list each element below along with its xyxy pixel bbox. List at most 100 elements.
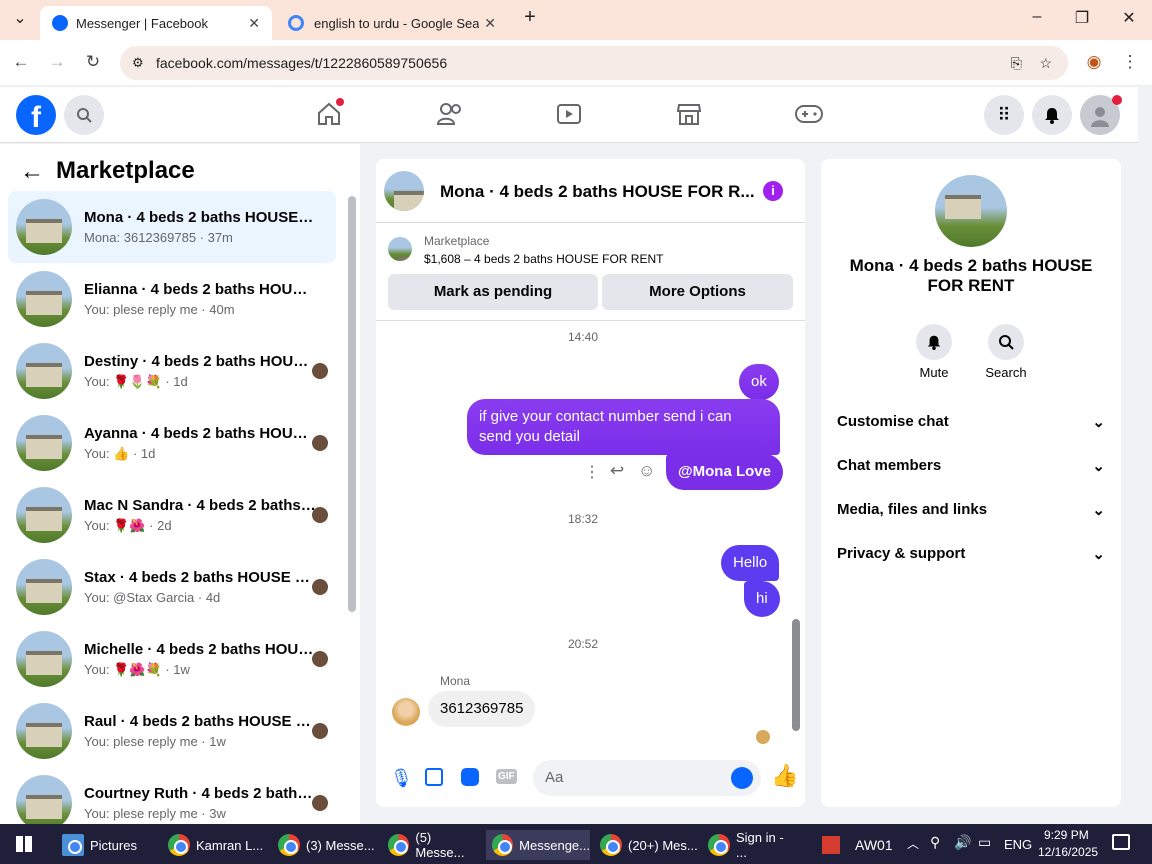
sender-name: Mona xyxy=(440,674,471,688)
outgoing-message[interactable]: ok xyxy=(739,364,779,400)
search-label[interactable]: Search xyxy=(976,365,1036,380)
react-icon[interactable]: ☺ xyxy=(638,461,655,481)
notifications-bell-icon[interactable] xyxy=(1032,95,1072,135)
forward-icon[interactable]: → xyxy=(46,52,68,72)
mark-as-pending-button[interactable]: Mark as pending xyxy=(388,274,598,310)
home-icon[interactable] xyxy=(316,98,344,132)
outgoing-message[interactable]: hi xyxy=(744,581,780,617)
taskbar-item[interactable]: (3) Messe... xyxy=(272,830,376,860)
reply-icon[interactable]: ↩ xyxy=(610,461,624,481)
listing-title[interactable]: $1,608 – 4 beds 2 baths HOUSE FOR RENT xyxy=(424,252,663,266)
start-icon[interactable] xyxy=(16,836,32,852)
maximize-icon[interactable]: ❐ xyxy=(1070,8,1094,28)
network-icon[interactable]: ⚲ xyxy=(930,834,940,851)
chat-scrollbar[interactable] xyxy=(792,619,800,731)
new-tab-icon[interactable]: + xyxy=(518,6,542,29)
taskbar-item[interactable]: (5) Messe... xyxy=(382,830,482,860)
conversation-item[interactable]: Raul · 4 beds 2 baths HOUSE FOR RENT You:… xyxy=(8,695,336,767)
back-icon[interactable]: ← xyxy=(10,52,32,72)
volume-icon[interactable]: 🔊 xyxy=(954,834,971,851)
google-favicon-icon xyxy=(288,15,304,31)
list-scrollbar[interactable] xyxy=(348,196,356,612)
sender-avatar[interactable] xyxy=(392,698,420,726)
facebook-logo-icon[interactable]: f xyxy=(16,95,56,135)
taskbar-item[interactable]: (20+) Mes... xyxy=(594,830,698,860)
taskbar-item[interactable]: Sign in - ... xyxy=(702,830,798,860)
gif-icon[interactable]: GIF xyxy=(496,769,517,784)
sticker-icon[interactable] xyxy=(461,768,479,786)
search-chat-icon[interactable] xyxy=(988,324,1024,360)
conversation-preview: You: 👍 · 1d xyxy=(84,445,156,461)
conversation-title: Destiny · 4 beds 2 baths HOUSE FOR RENT xyxy=(84,352,316,370)
conversation-item[interactable]: Destiny · 4 beds 2 baths HOUSE FOR RENT Y… xyxy=(8,335,336,407)
notification-center-icon[interactable] xyxy=(1112,834,1130,850)
reload-icon[interactable]: ↻ xyxy=(82,52,104,72)
listing-thumbnail[interactable] xyxy=(388,237,412,261)
media-files-section[interactable]: Media, files and links ⌄ xyxy=(837,501,1105,519)
mute-bell-icon[interactable] xyxy=(916,324,952,360)
close-window-icon[interactable]: ✕ xyxy=(1117,8,1141,28)
mute-label[interactable]: Mute xyxy=(904,365,964,380)
conversation-text: Destiny · 4 beds 2 baths HOUSE FOR RENT Y… xyxy=(84,353,316,390)
watch-icon[interactable] xyxy=(556,101,582,132)
taskbar-item[interactable]: Pictures xyxy=(56,830,156,860)
conversation-title: Ayanna · 4 beds 2 baths HOUSE FOR RENT xyxy=(84,424,316,442)
close-tab-icon[interactable]: ✕ xyxy=(484,15,496,32)
marketplace-icon[interactable] xyxy=(676,101,702,132)
conversation-item[interactable]: Ayanna · 4 beds 2 baths HOUSE FOR RENT Yo… xyxy=(8,407,336,479)
back-arrow-icon[interactable]: ← xyxy=(20,158,44,186)
taskbar-item[interactable]: Messenge... xyxy=(486,830,590,860)
friends-icon[interactable] xyxy=(436,101,464,132)
conversation-item[interactable]: Stax · 4 beds 2 baths HOUSE FOR RENT You:… xyxy=(8,551,336,623)
voice-clip-icon[interactable]: 🎙 xyxy=(390,768,413,789)
thumbs-up-icon[interactable]: 👍 xyxy=(771,763,798,789)
tab-search-icon[interactable]: ⌄ xyxy=(8,8,32,28)
more-actions-icon[interactable]: ⋮ xyxy=(584,462,600,482)
tab-messenger[interactable]: Messenger | Facebook ✕ xyxy=(40,6,272,40)
listing-avatar[interactable] xyxy=(384,171,424,211)
language-indicator[interactable]: ENG xyxy=(1004,837,1032,852)
chat-members-section[interactable]: Chat members ⌄ xyxy=(837,457,1105,475)
tray-chevron-icon[interactable]: ︿ xyxy=(907,835,919,852)
info-icon[interactable]: i xyxy=(763,181,783,201)
more-options-button[interactable]: More Options xyxy=(602,274,793,310)
conversation-item[interactable]: Elianna · 4 beds 2 baths HOUSE FOR RENT Y… xyxy=(8,263,336,335)
address-bar[interactable]: ⚙ facebook.com/messages/t/12228605897506… xyxy=(120,46,1068,80)
menu-grid-icon[interactable]: ⠿ xyxy=(984,95,1024,135)
tab-google[interactable]: english to urdu - Google Search ✕ xyxy=(276,6,508,40)
timestamp: 14:40 xyxy=(567,330,599,344)
install-icon[interactable]: ⎘ xyxy=(1011,55,1022,72)
privacy-support-section[interactable]: Privacy & support ⌄ xyxy=(837,545,1105,563)
outgoing-message[interactable]: if give your contact number send i can s… xyxy=(467,399,780,455)
app-icon[interactable] xyxy=(822,836,840,854)
display-icon[interactable]: ▭ xyxy=(978,834,991,851)
outgoing-message[interactable]: @Mona Love xyxy=(666,454,783,490)
chat-title[interactable]: Mona · 4 beds 2 baths HOUSE FOR R... xyxy=(440,182,755,202)
conversation-item[interactable]: Michelle · 4 beds 2 baths HOUSE FOR RENT… xyxy=(8,623,336,695)
menu-icon[interactable]: ⋮ xyxy=(1119,52,1141,72)
search-icon[interactable] xyxy=(64,95,104,135)
gaming-icon[interactable] xyxy=(794,103,824,130)
chat-profile-photo[interactable] xyxy=(935,175,1007,247)
listing-avatar xyxy=(16,415,72,471)
minimize-icon[interactable]: – xyxy=(1025,8,1049,26)
attach-image-icon[interactable] xyxy=(425,768,443,786)
message-placeholder: Aa xyxy=(545,769,564,786)
conversation-item[interactable]: Mac N Sandra · 4 beds 2 baths HOUSE FOR … xyxy=(8,479,336,551)
site-info-icon[interactable]: ⚙ xyxy=(132,55,144,71)
clock-date[interactable]: 12/16/2025 xyxy=(1038,845,1098,859)
profile-icon[interactable]: ◉ xyxy=(1083,52,1105,72)
incoming-message[interactable]: 3612369785 xyxy=(428,691,536,727)
close-tab-icon[interactable]: ✕ xyxy=(248,15,260,32)
taskbar-item[interactable]: Kamran L... xyxy=(162,830,266,860)
customise-chat-section[interactable]: Customise chat ⌄ xyxy=(837,413,1105,431)
account-avatar[interactable] xyxy=(1080,95,1122,135)
message-input[interactable]: Aa xyxy=(533,760,761,796)
conversation-item[interactable]: Mona · 4 beds 2 baths HOUSE FOR RENT Mona… xyxy=(8,191,336,263)
bookmark-star-icon[interactable]: ☆ xyxy=(1039,55,1052,72)
emoji-icon[interactable] xyxy=(731,767,753,789)
clock-time[interactable]: 9:29 PM xyxy=(1044,828,1089,842)
outgoing-message[interactable]: Hello xyxy=(721,545,780,581)
app-label[interactable]: AW01 xyxy=(855,837,893,853)
facebook-top-nav: f ⠿ xyxy=(0,87,1138,143)
